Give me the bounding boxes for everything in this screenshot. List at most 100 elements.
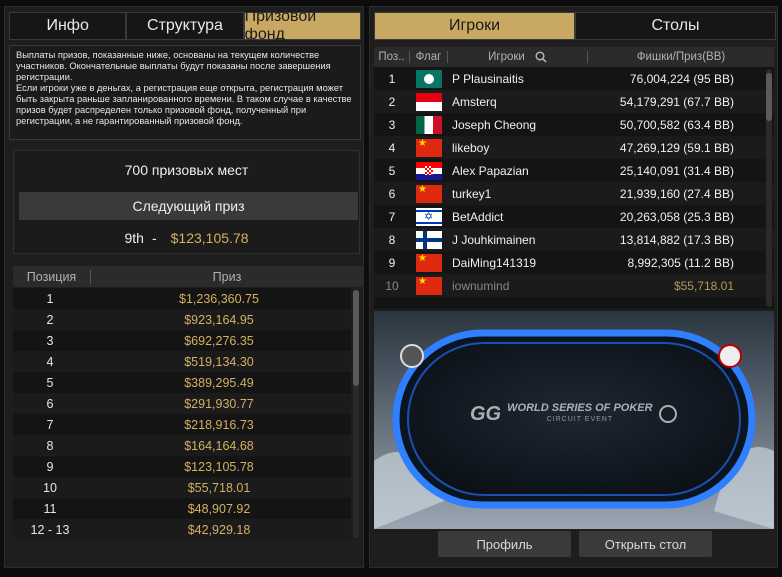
croatia-flag bbox=[416, 161, 442, 180]
payout-amount: $692,276.35 bbox=[184, 333, 254, 348]
players-table: Поз.. Флаг Игроки Фишки/Приз(BB) 1 P Plau… bbox=[374, 47, 774, 309]
payout-row: 10 $55,718.01 bbox=[13, 477, 351, 498]
player-row[interactable]: 7 BetAddict 20,263,058 (25.3 BB) bbox=[374, 205, 774, 228]
player-row[interactable]: 8 J Jouhkimainen 13,814,882 (17.3 BB) bbox=[374, 228, 774, 251]
player-row[interactable]: 5 Alex Papazian 25,140,091 (31.4 BB) bbox=[374, 159, 774, 182]
china-flag bbox=[416, 138, 442, 157]
player-flag-cell bbox=[410, 92, 448, 111]
player-chips: 8,992,305 (11.2 BB) bbox=[627, 255, 734, 270]
prize-pool-panel: Инфо Структура Призовой фонд Выплаты при… bbox=[4, 6, 364, 568]
column-flag[interactable]: Флаг bbox=[410, 51, 448, 63]
player-row[interactable]: 6 turkey1 21,939,160 (27.4 BB) bbox=[374, 182, 774, 205]
payout-position: 6 bbox=[46, 396, 54, 411]
payout-position: 9 bbox=[46, 459, 54, 474]
player-row[interactable]: 9 DaiMing141319 8,992,305 (11.2 BB) bbox=[374, 251, 774, 274]
payout-position: 4 bbox=[46, 354, 54, 369]
payout-row: 3 $692,276.35 bbox=[13, 330, 351, 351]
player-row[interactable]: 2 Amsterq 54,179,291 (67.7 BB) bbox=[374, 90, 774, 113]
player-name: Joseph Cheong bbox=[452, 117, 537, 132]
player-chips: 47,269,129 (59.1 BB) bbox=[619, 140, 734, 155]
player-position: 7 bbox=[388, 209, 396, 224]
players-scrollbar-thumb[interactable] bbox=[766, 73, 772, 121]
payout-scrollbar-thumb[interactable] bbox=[353, 290, 359, 386]
payout-rows: 1 $1,236,360.75 2 $923,164.95 3 $692,276.35 4 $… bbox=[13, 288, 351, 540]
china-flag bbox=[416, 276, 442, 295]
column-position[interactable]: Позиция bbox=[13, 269, 91, 284]
player-row[interactable]: 3 Joseph Cheong 50,700,582 (63.4 BB) bbox=[374, 113, 774, 136]
players-table-header: Поз.. Флаг Игроки Фишки/Приз(BB) bbox=[374, 47, 774, 67]
payout-row: 9 $123,105.78 bbox=[13, 456, 351, 477]
payout-position: 8 bbox=[46, 438, 54, 453]
player-row[interactable]: 4 likeboy 47,269,129 (59.1 BB) bbox=[374, 136, 774, 159]
player-name: Amsterq bbox=[452, 94, 497, 109]
player-name: likeboy bbox=[452, 140, 490, 155]
china-flag bbox=[416, 184, 442, 203]
players-scrollbar[interactable] bbox=[766, 69, 772, 307]
payout-row: 7 $218,916.73 bbox=[13, 414, 351, 435]
player-position: 1 bbox=[388, 71, 396, 86]
payout-amount: $218,916.73 bbox=[184, 417, 254, 432]
wsop-logo-text: WORLD SERIES OF POKER CIRCUIT EVENT bbox=[507, 403, 652, 425]
notice-paragraph-1: Выплаты призов, показанные ниже, основан… bbox=[16, 50, 331, 82]
payout-row: 5 $389,295.49 bbox=[13, 372, 351, 393]
payout-notice: Выплаты призов, показанные ниже, основан… bbox=[9, 45, 361, 140]
player-flag-cell bbox=[410, 253, 448, 272]
prize-summary: 700 призовых мест Следующий приз 9th - $… bbox=[13, 150, 360, 254]
player-flag-cell bbox=[410, 138, 448, 157]
player-chips: 20,263,058 (25.3 BB) bbox=[619, 209, 734, 224]
payout-position: 11 bbox=[43, 501, 57, 516]
player-row[interactable]: 1 P Plausinaitis 76,004,224 (95 BB) bbox=[374, 67, 774, 90]
action-buttons: Профиль Открыть стол bbox=[438, 531, 712, 557]
player-chips: 21,939,160 (27.4 BB) bbox=[619, 186, 734, 201]
player-position: 5 bbox=[388, 163, 396, 178]
players-panel: Игроки Столы Поз.. Флаг Игроки Фишки/При… bbox=[369, 6, 778, 568]
player-flag-cell bbox=[410, 207, 448, 226]
wsop-logo: GG WORLD SERIES OF POKER CIRCUIT EVENT bbox=[470, 399, 680, 429]
player-flag-cell bbox=[410, 115, 448, 134]
payout-position: 3 bbox=[46, 333, 54, 348]
player-position: 6 bbox=[388, 186, 396, 201]
profile-button[interactable]: Профиль bbox=[438, 531, 571, 557]
column-player-position[interactable]: Поз.. bbox=[374, 51, 410, 63]
table-preview: GG WORLD SERIES OF POKER CIRCUIT EVENT bbox=[374, 311, 774, 529]
israel-flag bbox=[416, 207, 442, 226]
column-players[interactable]: Игроки bbox=[448, 51, 588, 63]
tab-tables[interactable]: Столы bbox=[575, 12, 776, 40]
player-rows: 1 P Plausinaitis 76,004,224 (95 BB) 2 Amster… bbox=[374, 67, 774, 297]
next-prize-amount: $123,105.78 bbox=[170, 230, 249, 246]
search-icon[interactable] bbox=[535, 51, 547, 63]
notice-paragraph-2: Если игроки уже в деньгах, а регистрация… bbox=[16, 83, 352, 126]
column-chips[interactable]: Фишки/Приз(BB) bbox=[588, 51, 774, 63]
left-tab-bar: Инфо Структура Призовой фонд bbox=[9, 8, 361, 43]
payout-position: 7 bbox=[46, 417, 54, 432]
payout-position: 12 - 13 bbox=[30, 522, 70, 537]
wsop-emblem-icon bbox=[658, 405, 677, 423]
player-row[interactable]: 10 iownumind $55,718.01 bbox=[374, 274, 774, 297]
player-name: iownumind bbox=[452, 278, 510, 293]
player-position: 9 bbox=[388, 255, 396, 270]
player-chips: 50,700,582 (63.4 BB) bbox=[619, 117, 734, 132]
tab-info[interactable]: Инфо bbox=[9, 12, 127, 40]
payout-row: 1 $1,236,360.75 bbox=[13, 288, 351, 309]
player-position: 10 bbox=[385, 278, 399, 293]
player-position: 2 bbox=[388, 94, 396, 109]
player-flag-cell bbox=[410, 230, 448, 249]
player-name: DaiMing141319 bbox=[452, 255, 537, 270]
payout-amount: $42,929.18 bbox=[187, 522, 251, 537]
player-position: 3 bbox=[388, 117, 396, 132]
tab-prize-pool[interactable]: Призовой фонд bbox=[243, 8, 361, 43]
player-chips: $55,718.01 bbox=[673, 278, 734, 293]
column-prize[interactable]: Приз bbox=[91, 270, 363, 284]
player-name: J Jouhkimainen bbox=[452, 232, 536, 247]
china-flag bbox=[416, 253, 442, 272]
open-table-button[interactable]: Открыть стол bbox=[579, 531, 712, 557]
tab-structure[interactable]: Структура bbox=[126, 12, 244, 40]
tab-players[interactable]: Игроки bbox=[374, 12, 575, 40]
player-flag-cell bbox=[410, 161, 448, 180]
payout-amount: $291,930.77 bbox=[184, 396, 254, 411]
player-flag-cell bbox=[410, 69, 448, 88]
payout-amount: $48,907.92 bbox=[187, 501, 251, 516]
gg-logo-mark: GG bbox=[470, 402, 502, 425]
payout-scrollbar[interactable] bbox=[353, 290, 359, 538]
tournament-lobby: Инфо Структура Призовой фонд Выплаты при… bbox=[0, 0, 782, 577]
